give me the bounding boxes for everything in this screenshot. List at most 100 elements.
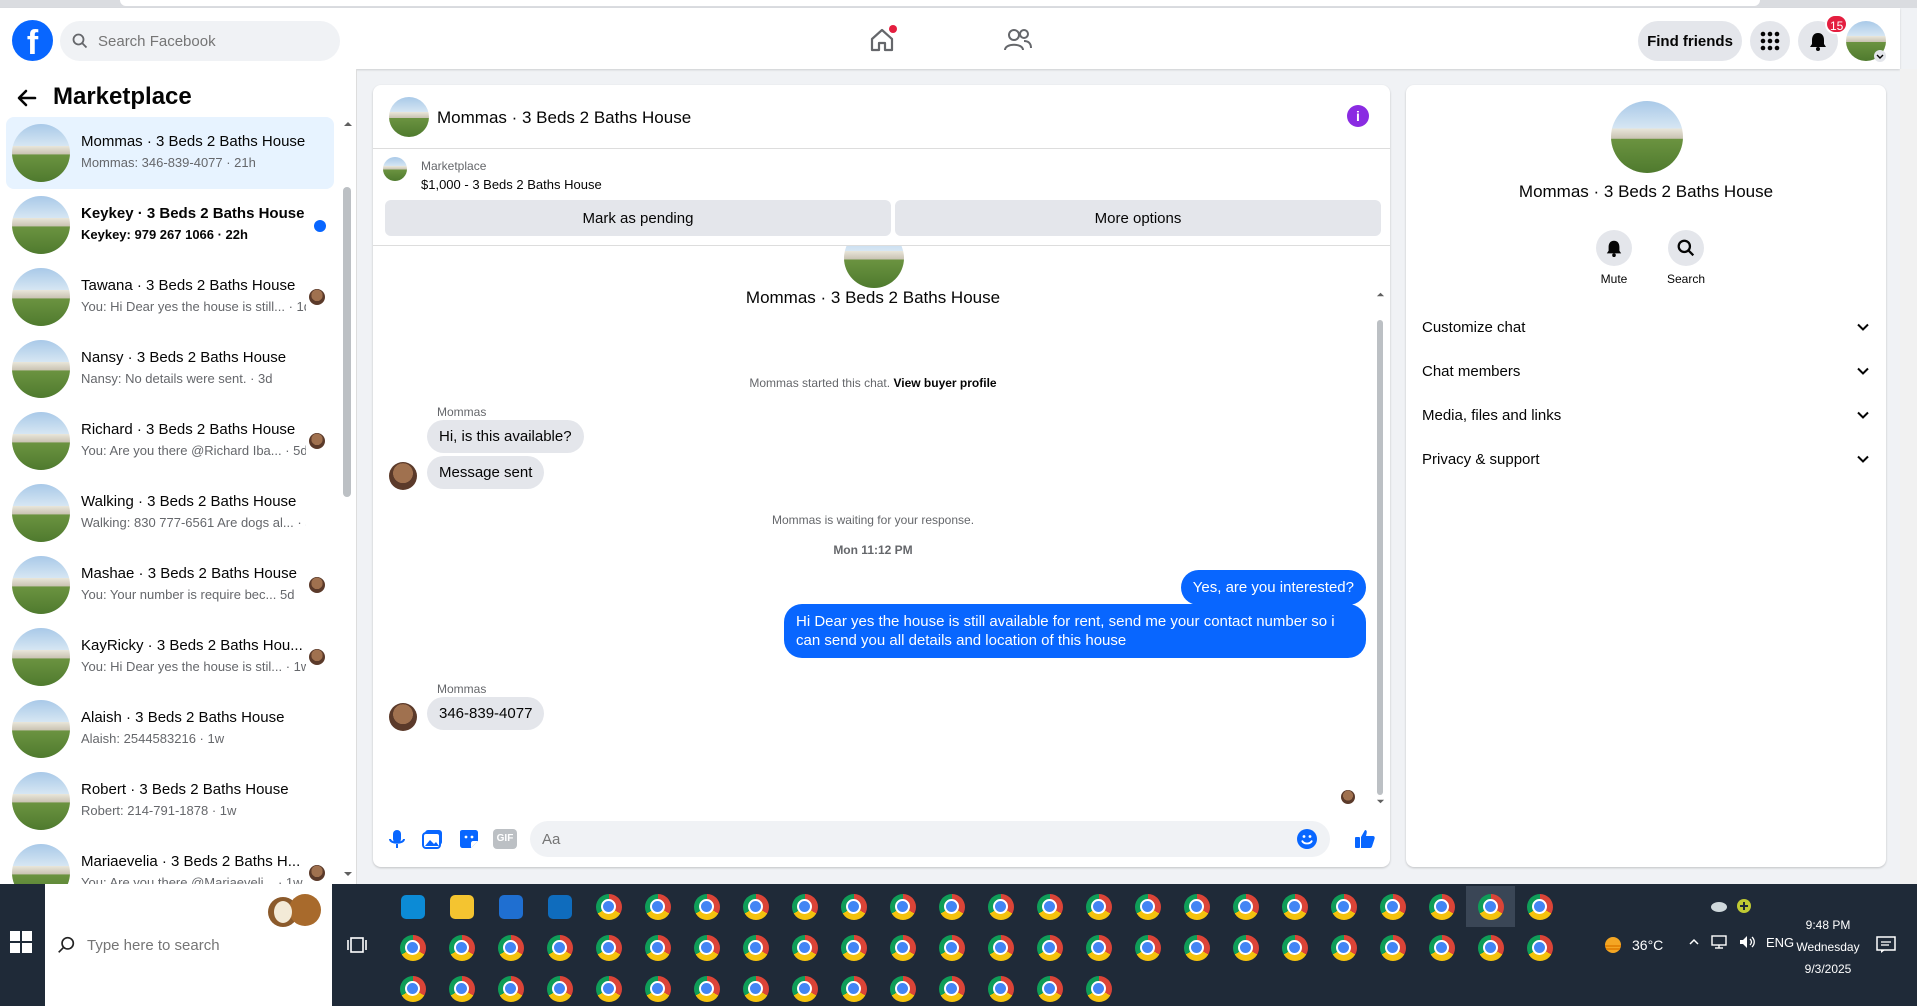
conversation-item[interactable]: KayRicky · 3 Beds 2 Baths Hou... You: Hi … [6, 621, 334, 693]
sender-avatar[interactable] [389, 462, 417, 490]
volume-icon[interactable] [1738, 934, 1756, 950]
chrome-window-button[interactable] [633, 968, 682, 1006]
chrome-window-button[interactable] [1221, 927, 1270, 968]
info-icon[interactable]: i [1347, 105, 1369, 127]
chrome-window-button[interactable] [1221, 886, 1270, 927]
taskbar-clock[interactable]: 9:48 PM Wednesday 9/3/2025 [1788, 914, 1868, 980]
conversation-item[interactable]: Mashae · 3 Beds 2 Baths House You: Your n… [6, 549, 334, 621]
chrome-window-button[interactable] [1123, 927, 1172, 968]
chrome-window-button[interactable] [1172, 886, 1221, 927]
conversation-item[interactable]: Robert · 3 Beds 2 Baths House Robert: 214… [6, 765, 334, 837]
edge-icon[interactable] [388, 886, 437, 927]
cloud-icon[interactable] [1710, 898, 1728, 912]
chrome-window-button[interactable] [535, 927, 584, 968]
chrome-window-button[interactable] [976, 927, 1025, 968]
chrome-window-button[interactable] [388, 927, 437, 968]
chrome-window-button[interactable] [976, 886, 1025, 927]
chevron-up-icon[interactable] [1688, 936, 1700, 948]
photo-icon[interactable] [421, 827, 445, 851]
conversation-item[interactable]: Nansy · 3 Beds 2 Baths House Nansy: No de… [6, 333, 334, 405]
conversation-item[interactable]: Keykey · 3 Beds 2 Baths House Keykey: 979… [6, 189, 334, 261]
outgoing-message[interactable]: Yes, are you interested? [1180, 570, 1366, 605]
weather-widget[interactable]: 36°C [1602, 934, 1663, 956]
chat-avatar[interactable] [389, 97, 429, 137]
file-explorer-icon[interactable] [437, 886, 486, 927]
microphone-icon[interactable] [385, 827, 409, 851]
menu-button[interactable] [1750, 21, 1790, 61]
chrome-window-button[interactable] [829, 968, 878, 1006]
chrome-window-button[interactable] [1074, 886, 1123, 927]
search-input[interactable] [98, 32, 318, 50]
chrome-window-button[interactable] [682, 968, 731, 1006]
friends-icon[interactable] [1002, 24, 1034, 56]
chrome-window-button[interactable] [437, 927, 486, 968]
chrome-window-button[interactable] [1319, 886, 1368, 927]
taskbar-search-input[interactable] [87, 936, 287, 954]
details-avatar[interactable] [1611, 101, 1683, 173]
chrome-window-button[interactable] [633, 927, 682, 968]
search-facebook[interactable] [60, 21, 340, 61]
chrome-window-button[interactable] [1466, 886, 1515, 927]
chrome-window-button[interactable] [1319, 927, 1368, 968]
mute-button[interactable]: Mute [1582, 230, 1646, 286]
scroll-down-icon[interactable] [343, 869, 353, 879]
emoji-icon[interactable] [1296, 828, 1318, 850]
chrome-window-button[interactable] [584, 968, 633, 1006]
chrome-window-button[interactable] [1368, 927, 1417, 968]
chrome-window-button[interactable] [1466, 927, 1515, 968]
chrome-window-button[interactable] [780, 927, 829, 968]
chrome-window-button[interactable] [1025, 968, 1074, 1006]
chrome-window-button[interactable] [780, 968, 829, 1006]
incoming-message[interactable]: 346-839-4077 [427, 697, 545, 730]
chrome-window-button[interactable] [1270, 927, 1319, 968]
listing-thumbnail[interactable] [383, 157, 407, 181]
message-input[interactable] [542, 830, 1282, 848]
chrome-window-button[interactable] [486, 968, 535, 1006]
conversation-item[interactable]: Walking · 3 Beds 2 Baths House Walking: 8… [6, 477, 334, 549]
network-icon[interactable] [1710, 934, 1728, 950]
conversation-item[interactable]: Mariaevelia · 3 Beds 2 Baths H... You: Ar… [6, 837, 334, 887]
chrome-window-button[interactable] [1270, 886, 1319, 927]
chrome-window-button[interactable] [878, 968, 927, 1006]
chrome-window-button[interactable] [829, 886, 878, 927]
section-privacy-support[interactable]: Privacy & support [1422, 439, 1870, 479]
conversation-item[interactable]: Mommas · 3 Beds 2 Baths House Mommas: 346… [6, 117, 334, 189]
chrome-window-button[interactable] [682, 927, 731, 968]
chrome-window-button[interactable] [1025, 927, 1074, 968]
chrome-window-button[interactable] [584, 927, 633, 968]
chrome-window-button[interactable] [1123, 886, 1172, 927]
outlook-icon[interactable] [535, 886, 584, 927]
chrome-window-button[interactable] [731, 927, 780, 968]
conversation-item[interactable]: Alaish · 3 Beds 2 Baths House Alaish: 254… [6, 693, 334, 765]
chrome-window-button[interactable] [437, 968, 486, 1006]
listing-title[interactable]: $1,000 - 3 Beds 2 Baths House [421, 177, 602, 192]
section-media-files-links[interactable]: Media, files and links [1422, 395, 1870, 435]
incoming-message[interactable]: Message sent [427, 456, 545, 489]
chrome-window-button[interactable] [388, 968, 437, 1006]
chrome-window-button[interactable] [1368, 886, 1417, 927]
chrome-window-button[interactable] [1417, 886, 1466, 927]
chrome-window-button[interactable] [927, 927, 976, 968]
action-center-icon[interactable] [1876, 936, 1896, 954]
view-buyer-profile-link[interactable]: View buyer profile [893, 376, 996, 390]
account-chevron-icon[interactable] [1874, 50, 1886, 62]
windows-start-icon[interactable] [8, 929, 34, 955]
chat-scrollbar[interactable] [1377, 320, 1383, 795]
chrome-window-button[interactable] [1074, 927, 1123, 968]
chrome-window-button[interactable] [1074, 968, 1123, 1006]
chat-scroll-up-icon[interactable] [1376, 290, 1385, 299]
conversation-item[interactable]: Tawana · 3 Beds 2 Baths House You: Hi Dea… [6, 261, 334, 333]
back-arrow-icon[interactable] [16, 87, 38, 109]
chrome-window-button[interactable] [878, 886, 927, 927]
section-chat-members[interactable]: Chat members [1422, 351, 1870, 391]
chrome-window-button[interactable] [1515, 886, 1564, 927]
home-icon[interactable] [866, 24, 898, 56]
gif-button[interactable]: GIF [493, 829, 517, 849]
incoming-message[interactable]: Hi, is this available? [427, 420, 584, 453]
chrome-window-button[interactable] [927, 968, 976, 1006]
chrome-window-button[interactable] [584, 886, 633, 927]
thumbs-up-icon[interactable] [1353, 827, 1377, 851]
chrome-window-button[interactable] [976, 968, 1025, 1006]
chrome-window-button[interactable] [1515, 927, 1564, 968]
chrome-window-button[interactable] [731, 886, 780, 927]
